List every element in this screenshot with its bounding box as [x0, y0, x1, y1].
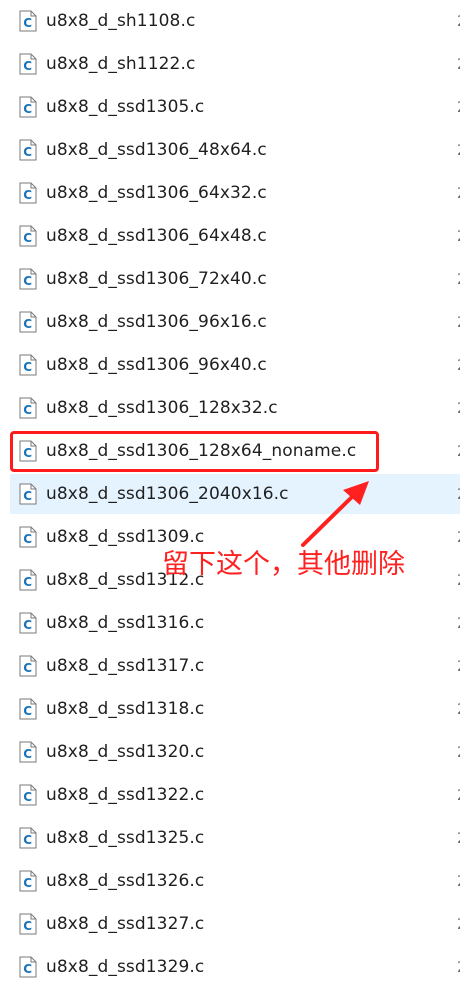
file-row[interactable]: Cu8x8_d_ssd1306_64x32.c2 — [10, 173, 460, 213]
file-name: u8x8_d_ssd1317.c — [46, 656, 205, 676]
c-source-file-icon: C — [19, 698, 37, 720]
svg-text:C: C — [23, 747, 32, 761]
c-source-file-icon: C — [19, 655, 37, 677]
file-row[interactable]: Cu8x8_d_ssd1306_64x48.c2 — [10, 216, 460, 256]
c-source-file-icon: C — [19, 784, 37, 806]
file-row[interactable]: Cu8x8_d_ssd1306_96x40.c2 — [10, 345, 460, 385]
file-name: u8x8_d_ssd1318.c — [46, 699, 205, 719]
file-name: u8x8_d_ssd1325.c — [46, 828, 205, 848]
file-row[interactable]: Cu8x8_d_ssd1316.c2 — [10, 603, 460, 643]
file-row[interactable]: Cu8x8_d_ssd1322.c2 — [10, 775, 460, 815]
svg-text:C: C — [23, 661, 32, 675]
svg-text:C: C — [23, 704, 32, 718]
c-source-file-icon: C — [19, 526, 37, 548]
c-source-file-icon: C — [19, 10, 37, 32]
svg-text:C: C — [23, 188, 32, 202]
c-source-file-icon: C — [19, 397, 37, 419]
file-name: u8x8_d_ssd1326.c — [46, 871, 205, 891]
svg-text:C: C — [23, 962, 32, 976]
c-source-file-icon: C — [19, 913, 37, 935]
file-row[interactable]: Cu8x8_d_ssd1318.c2 — [10, 689, 460, 729]
file-row[interactable]: Cu8x8_d_ssd1306_96x16.c2 — [10, 302, 460, 342]
svg-text:C: C — [23, 59, 32, 73]
file-name: u8x8_d_ssd1306_64x48.c — [46, 226, 267, 246]
svg-text:C: C — [23, 489, 32, 503]
svg-text:C: C — [23, 403, 32, 417]
svg-text:C: C — [23, 360, 32, 374]
svg-text:C: C — [23, 876, 32, 890]
c-source-file-icon: C — [19, 53, 37, 75]
file-name: u8x8_d_ssd1322.c — [46, 785, 205, 805]
c-source-file-icon: C — [19, 182, 37, 204]
c-source-file-icon: C — [19, 354, 37, 376]
file-name: u8x8_d_ssd1306_2040x16.c — [46, 484, 289, 504]
file-name: u8x8_d_ssd1327.c — [46, 914, 205, 934]
file-row[interactable]: Cu8x8_d_ssd1326.c2 — [10, 861, 460, 901]
file-row[interactable]: Cu8x8_d_ssd1306_2040x16.c2 — [10, 474, 460, 514]
file-row[interactable]: Cu8x8_d_ssd1306_72x40.c2 — [10, 259, 460, 299]
c-source-file-icon: C — [19, 268, 37, 290]
svg-text:C: C — [23, 532, 32, 546]
c-source-file-icon: C — [19, 827, 37, 849]
svg-text:C: C — [23, 575, 32, 589]
svg-text:C: C — [23, 919, 32, 933]
svg-text:C: C — [23, 231, 32, 245]
file-row[interactable]: Cu8x8_d_sh1122.c2 — [10, 44, 460, 84]
c-source-file-icon: C — [19, 139, 37, 161]
highlight-box — [10, 431, 379, 472]
file-name: u8x8_d_sh1108.c — [46, 11, 196, 31]
file-name: u8x8_d_ssd1306_128x32.c — [46, 398, 278, 418]
c-source-file-icon: C — [19, 96, 37, 118]
svg-text:C: C — [23, 317, 32, 331]
file-name: u8x8_d_ssd1306_72x40.c — [46, 269, 267, 289]
file-row[interactable]: Cu8x8_d_ssd1327.c2 — [10, 904, 460, 944]
file-name: u8x8_d_ssd1306_48x64.c — [46, 140, 267, 160]
c-source-file-icon: C — [19, 311, 37, 333]
svg-text:C: C — [23, 618, 32, 632]
svg-text:C: C — [23, 833, 32, 847]
file-name: u8x8_d_ssd1316.c — [46, 613, 205, 633]
svg-text:C: C — [23, 145, 32, 159]
file-name: u8x8_d_ssd1329.c — [46, 957, 205, 977]
c-source-file-icon: C — [19, 870, 37, 892]
c-source-file-icon: C — [19, 612, 37, 634]
file-row[interactable]: Cu8x8_d_ssd1329.c2 — [10, 947, 460, 987]
svg-text:C: C — [23, 102, 32, 116]
file-name: u8x8_d_ssd1306_64x32.c — [46, 183, 267, 203]
c-source-file-icon: C — [19, 225, 37, 247]
c-source-file-icon: C — [19, 569, 37, 591]
file-row[interactable]: Cu8x8_d_ssd1306_48x64.c2 — [10, 130, 460, 170]
file-name: u8x8_d_sh1122.c — [46, 54, 196, 74]
file-row[interactable]: Cu8x8_d_ssd1306_128x32.c2 — [10, 388, 460, 428]
c-source-file-icon: C — [19, 483, 37, 505]
file-row[interactable]: Cu8x8_d_ssd1320.c2 — [10, 732, 460, 772]
c-source-file-icon: C — [19, 741, 37, 763]
svg-text:C: C — [23, 16, 32, 30]
file-name: u8x8_d_ssd1320.c — [46, 742, 205, 762]
file-name: u8x8_d_ssd1306_96x16.c — [46, 312, 267, 332]
annotation-text: 留下这个，其他删除 — [162, 549, 405, 580]
file-row[interactable]: Cu8x8_d_ssd1305.c2 — [10, 87, 460, 127]
file-row[interactable]: Cu8x8_d_ssd1317.c2 — [10, 646, 460, 686]
c-source-file-icon: C — [19, 956, 37, 978]
svg-text:C: C — [23, 274, 32, 288]
file-row[interactable]: Cu8x8_d_ssd1325.c2 — [10, 818, 460, 858]
svg-text:C: C — [23, 790, 32, 804]
file-name: u8x8_d_ssd1306_96x40.c — [46, 355, 267, 375]
file-name: u8x8_d_ssd1305.c — [46, 97, 205, 117]
file-list: Cu8x8_d_sh1108.c2Cu8x8_d_sh1122.c2Cu8x8_… — [0, 0, 460, 993]
file-row[interactable]: Cu8x8_d_sh1108.c2 — [10, 1, 460, 41]
